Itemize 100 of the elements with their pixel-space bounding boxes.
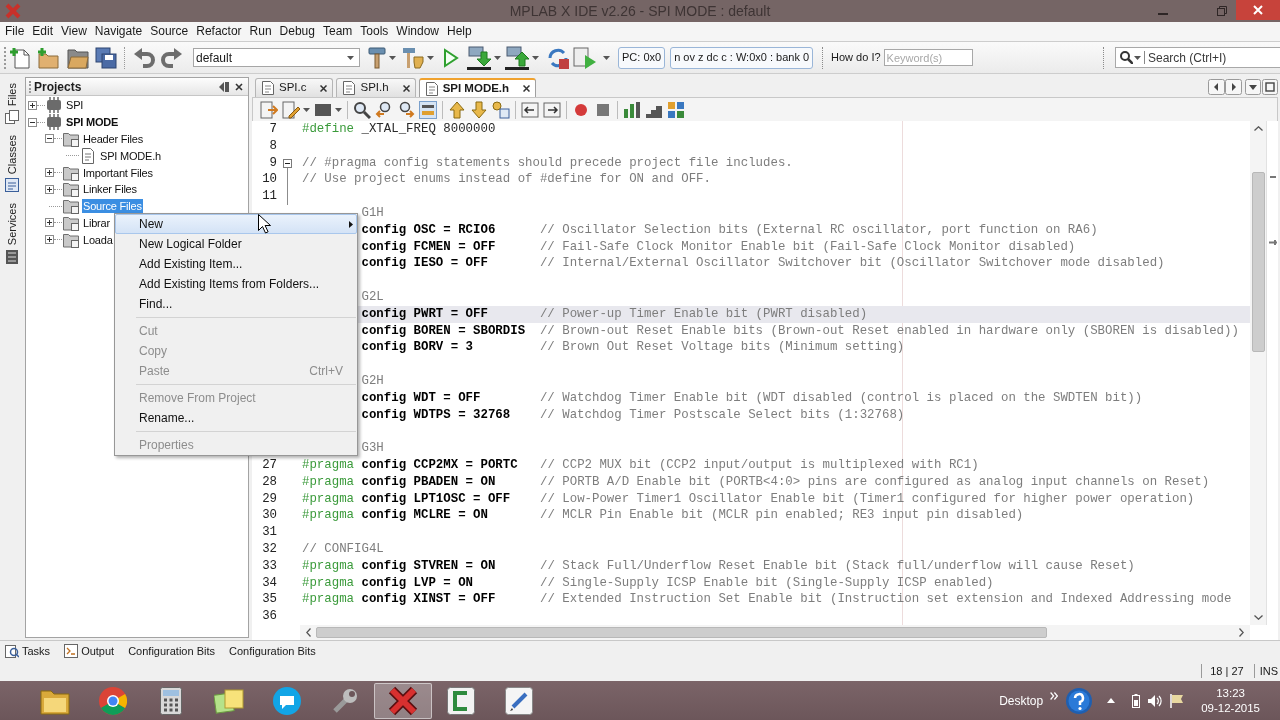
tree-item[interactable]: Important Files [82, 165, 154, 180]
scroll-left-icon[interactable] [306, 628, 311, 637]
shapes-icon[interactable] [492, 100, 510, 119]
notes-icon[interactable] [214, 687, 244, 714]
folder-icon[interactable] [67, 46, 89, 69]
expand-icon[interactable] [45, 218, 54, 228]
speaker-icon[interactable] [1148, 694, 1163, 707]
menu-item[interactable]: Navigate [90, 22, 147, 41]
menu-item[interactable]: Find... [115, 294, 357, 314]
stripe-mark-icon[interactable] [1269, 176, 1276, 178]
expand-icon[interactable] [28, 100, 37, 110]
horizontal-scrollbar[interactable] [300, 625, 1250, 640]
chevron-icon[interactable] [1050, 691, 1059, 700]
shift-left-icon[interactable] [521, 100, 539, 119]
new-file-icon[interactable] [9, 46, 31, 69]
bracket-tile-icon[interactable] [447, 686, 475, 715]
menu-item[interactable]: New [115, 214, 357, 234]
caret-icon[interactable] [389, 55, 396, 60]
menu-item[interactable]: Rename... [115, 408, 357, 428]
close-icon[interactable] [402, 84, 410, 92]
arrow-down-icon[interactable] [470, 100, 488, 119]
expand-icon[interactable] [45, 184, 54, 194]
side-tab[interactable]: Files [4, 82, 19, 126]
menu-item[interactable]: Refactor [192, 22, 246, 41]
menu-item[interactable]: Edit [28, 22, 58, 41]
panel-tab[interactable]: Configuration Bits [128, 642, 215, 660]
menu-item[interactable]: Tools [356, 22, 393, 41]
menu-item[interactable]: Debug [275, 22, 319, 41]
flag-icon[interactable] [1170, 693, 1185, 708]
expand-icon[interactable] [45, 235, 54, 245]
new-folder-icon[interactable] [37, 46, 59, 69]
menu-item[interactable]: File [1, 22, 29, 41]
maximize-icon[interactable] [1262, 79, 1278, 95]
menu-item[interactable]: New Logical Folder [115, 234, 357, 254]
search-input[interactable]: Search (Ctrl+I) [1145, 48, 1280, 67]
caret-icon[interactable] [494, 55, 501, 60]
highlight-toggle-icon[interactable] [419, 100, 437, 119]
caret-icon[interactable] [335, 107, 342, 112]
close-button[interactable] [1236, 0, 1280, 20]
scroll-up-icon[interactable] [1253, 126, 1263, 131]
panel-tab[interactable]: Tasks [5, 642, 51, 660]
pen-icon[interactable] [505, 686, 533, 715]
search-field[interactable]: Search (Ctrl+I) [1115, 47, 1280, 68]
close-icon[interactable] [235, 82, 243, 91]
help-icon[interactable] [1066, 687, 1093, 714]
save-icon[interactable] [95, 46, 117, 69]
caret-icon[interactable] [427, 55, 434, 60]
menu-item[interactable]: Source [146, 22, 193, 41]
bar-chart-icon[interactable] [623, 100, 641, 119]
undo-icon[interactable] [133, 47, 155, 68]
configuration-dropdown[interactable]: default [193, 48, 360, 67]
circle-logo-icon[interactable] [99, 686, 127, 715]
redo-icon[interactable] [161, 47, 183, 68]
x-logo-icon[interactable] [388, 685, 418, 716]
tree-item[interactable]: Linker Files [82, 182, 138, 197]
menu-item[interactable]: Help [443, 22, 476, 41]
wrench-icon[interactable] [332, 687, 358, 714]
chip-down-arrow-icon[interactable] [467, 45, 491, 70]
shift-right-icon[interactable] [543, 100, 561, 119]
clock-time[interactable]: 13:23 [1216, 685, 1245, 701]
toolbar-label[interactable]: Desktop [999, 691, 1044, 710]
hammer-brush-icon[interactable] [402, 46, 424, 69]
scroll-down-icon[interactable] [1253, 615, 1263, 620]
panel-tab[interactable]: Configuration Bits [229, 642, 316, 660]
scroll-right-icon[interactable] [1225, 79, 1242, 95]
caret-icon[interactable] [603, 55, 610, 60]
clock-date[interactable]: 09-12-2015 [1201, 700, 1260, 716]
dropdown-icon[interactable] [1245, 79, 1261, 95]
tree-item[interactable]: Header Files [82, 132, 144, 146]
taskbar-button[interactable] [374, 682, 432, 719]
document-pencil-icon[interactable] [282, 100, 300, 119]
arrow-up-icon[interactable] [448, 100, 466, 119]
menu-item[interactable]: Window [392, 22, 444, 41]
caret-icon[interactable] [347, 55, 354, 60]
calculator-icon[interactable] [160, 686, 182, 715]
document-play-icon[interactable] [573, 46, 597, 69]
tree-item[interactable]: Librar [82, 215, 111, 230]
stripe-mark-icon[interactable] [1268, 240, 1277, 245]
search-icon[interactable] [353, 100, 371, 119]
keyword-field[interactable]: Keyword(s) [883, 49, 973, 66]
tree-item[interactable]: SPI [65, 98, 85, 113]
find-previous-icon[interactable] [375, 100, 393, 119]
editor-tab[interactable]: SPI.h [336, 78, 416, 97]
side-tab[interactable]: Classes [4, 134, 19, 194]
expand-icon[interactable] [45, 168, 54, 178]
menu-item[interactable]: View [57, 22, 91, 41]
collapse-icon[interactable] [28, 117, 37, 127]
editor-tab[interactable]: SPI MODE.h [418, 78, 537, 97]
close-icon[interactable] [523, 85, 531, 92]
editor-tab[interactable]: SPI.c [255, 78, 334, 97]
scrollbar-thumb[interactable] [1251, 172, 1265, 352]
menu-item[interactable]: Add Existing Item... [115, 254, 357, 274]
minimize-icon[interactable] [219, 81, 229, 92]
scrollbar-thumb[interactable] [316, 627, 1047, 638]
restore-icon[interactable] [1217, 6, 1227, 16]
triangle-up-icon[interactable] [1107, 698, 1116, 703]
caret-icon[interactable] [1134, 55, 1141, 60]
tree-item[interactable]: SPI MODE [65, 115, 120, 130]
close-icon[interactable] [320, 84, 328, 92]
document-arrow-icon[interactable] [260, 100, 278, 119]
